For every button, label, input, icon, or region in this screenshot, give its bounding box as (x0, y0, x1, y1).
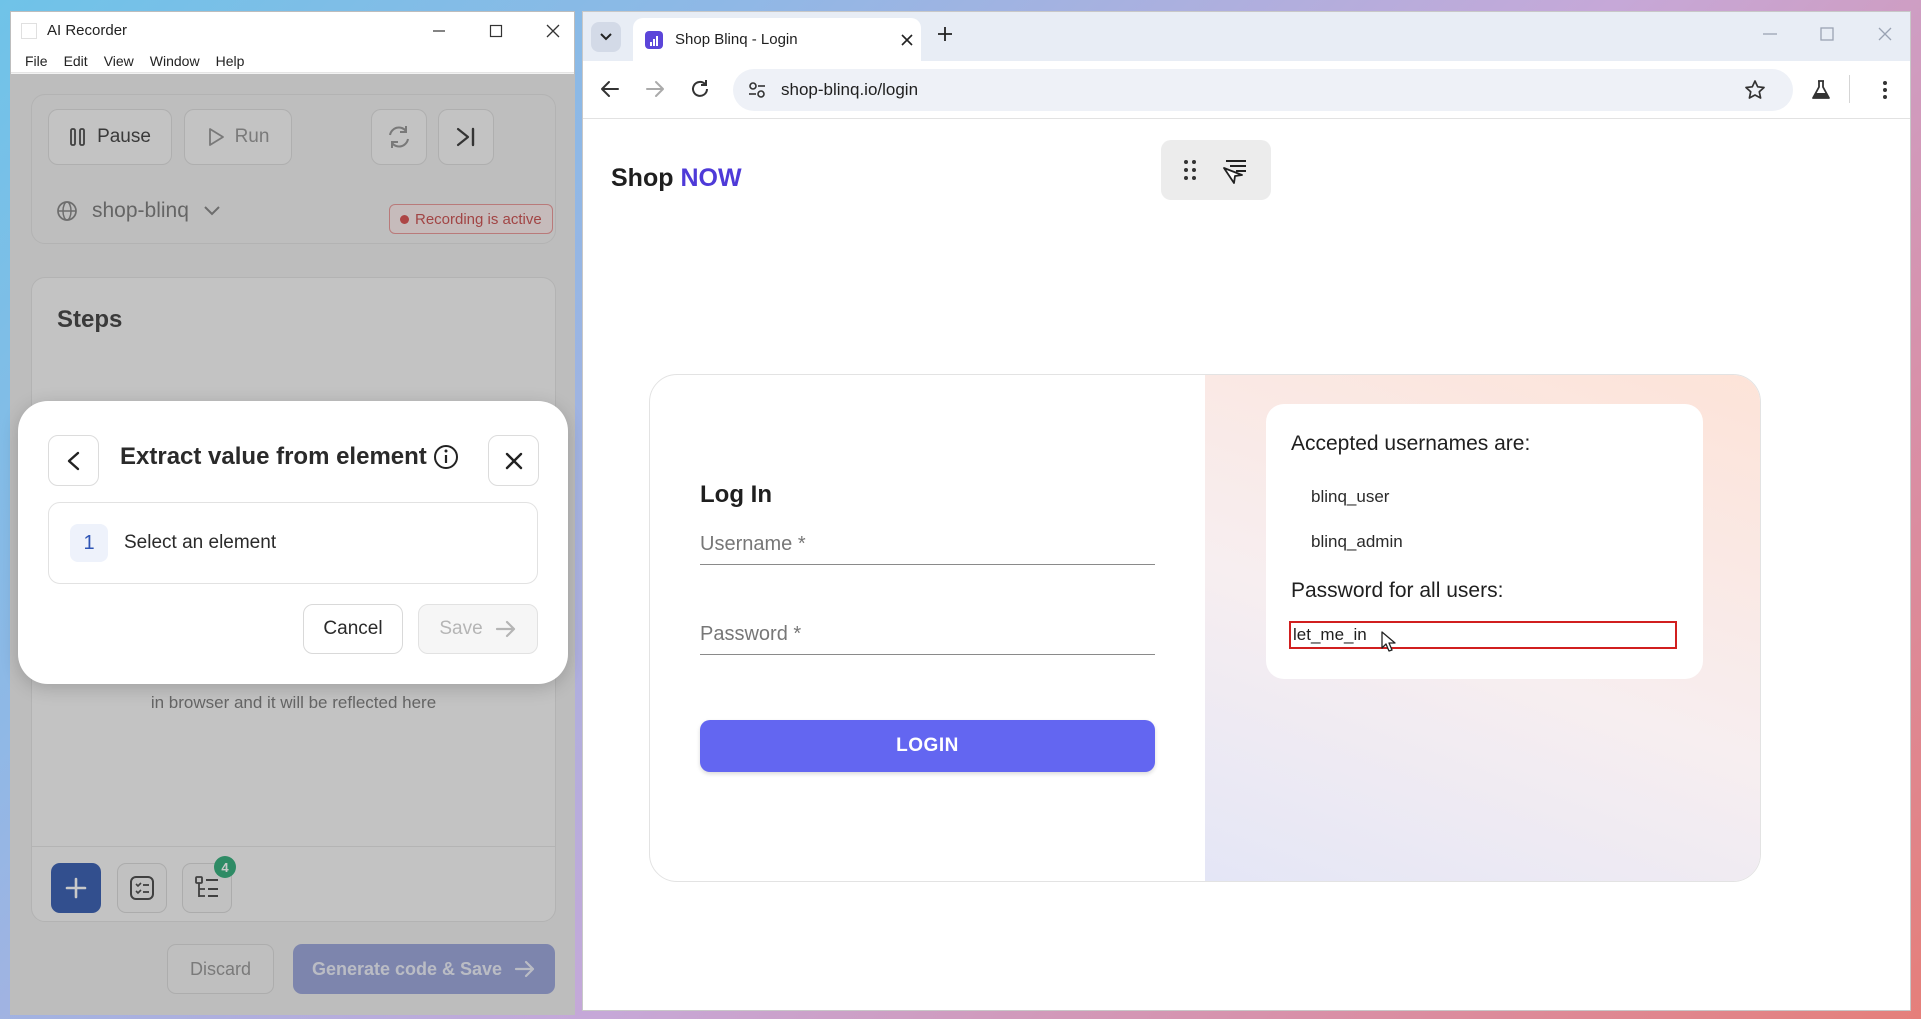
new-tab-icon[interactable] (935, 24, 955, 44)
tab-shop-blinq-login[interactable]: Shop Blinq - Login (633, 18, 921, 61)
browser-close-icon[interactable] (1875, 24, 1895, 44)
element-picker-icon[interactable] (1220, 155, 1250, 185)
recorder-titlebar: AI Recorder (11, 12, 574, 49)
brand-prefix: Shop (611, 164, 674, 192)
menu-kebab-icon[interactable] (1873, 78, 1897, 102)
save-label: Save (439, 618, 483, 639)
username-item: blinq_user (1311, 487, 1390, 506)
app-icon (21, 22, 37, 39)
drag-handle-icon[interactable] (1182, 158, 1198, 182)
chevron-left-icon (67, 451, 79, 470)
browser-minimize-icon[interactable] (1760, 24, 1780, 44)
save-button[interactable]: Save (418, 604, 538, 654)
back-button[interactable] (48, 435, 99, 486)
close-tab-icon[interactable] (893, 33, 921, 46)
menu-view[interactable]: View (96, 53, 142, 69)
menu-window[interactable]: Window (142, 53, 208, 69)
toolbar-divider (1849, 75, 1850, 103)
step-label: Select an element (124, 532, 277, 553)
step-number: 1 (70, 524, 108, 562)
dialog-title: Extract value from element (120, 443, 427, 470)
chevron-down-icon (600, 33, 612, 41)
extract-value-dialog: Extract value from element 1 Select an e… (18, 401, 568, 684)
select-element-step[interactable]: 1 Select an element (48, 502, 538, 584)
username-item: blinq_admin (1311, 532, 1403, 551)
menu-bar: File Edit View Window Help (11, 49, 574, 73)
mouse-cursor-icon (1381, 631, 1396, 652)
menu-edit[interactable]: Edit (56, 53, 96, 69)
url-text: shop-blinq.io/login (781, 80, 919, 99)
forward-icon[interactable] (643, 77, 667, 101)
arrow-right-icon (495, 620, 515, 638)
back-icon[interactable] (598, 77, 622, 101)
info-icon[interactable] (432, 443, 460, 471)
address-bar[interactable]: shop-blinq.io/login (733, 69, 1793, 111)
username-input[interactable]: Username * (700, 515, 1155, 565)
credentials-panel: Accepted usernames are: blinq_user blinq… (1205, 375, 1760, 881)
window-title: AI Recorder (47, 22, 128, 39)
login-title: Log In (700, 481, 772, 508)
reload-icon[interactable] (688, 77, 712, 101)
close-dialog-button[interactable] (488, 435, 539, 486)
password-placeholder: Password * (700, 623, 802, 645)
password-title: Password for all users: (1291, 579, 1504, 602)
browser-window: Shop Blinq - Login shop-blinq.io/login S… (582, 11, 1911, 1011)
menu-file[interactable]: File (17, 53, 56, 69)
labs-flask-icon[interactable] (1809, 78, 1833, 102)
brand-highlight: NOW (680, 164, 742, 192)
credentials-info-box: Accepted usernames are: blinq_user blinq… (1266, 404, 1703, 679)
bookmark-star-icon[interactable] (1743, 78, 1767, 102)
site-favicon-icon (645, 30, 663, 49)
password-value-highlighted[interactable]: let_me_in (1289, 621, 1677, 649)
close-window-icon[interactable] (530, 12, 574, 49)
recorder-picker-toolbar (1161, 140, 1271, 200)
browser-toolbar: shop-blinq.io/login (583, 61, 1910, 119)
minimize-icon[interactable] (416, 12, 462, 49)
username-placeholder: Username * (700, 533, 806, 555)
browser-maximize-icon[interactable] (1817, 24, 1837, 44)
usernames-title: Accepted usernames are: (1291, 432, 1531, 455)
login-card: Log In Username * Password * LOGIN Accep… (649, 374, 1761, 882)
tab-strip: Shop Blinq - Login (583, 12, 1910, 61)
tab-title: Shop Blinq - Login (675, 31, 798, 48)
site-settings-icon[interactable] (747, 80, 767, 100)
password-input[interactable]: Password * (700, 605, 1155, 655)
cancel-button[interactable]: Cancel (303, 604, 403, 654)
web-page: Shop NOW Log In Username * Password * LO… (583, 119, 1910, 1010)
login-form: Log In Username * Password * LOGIN (650, 375, 1205, 881)
maximize-icon[interactable] (473, 12, 519, 49)
close-icon (505, 452, 522, 469)
login-button[interactable]: LOGIN (700, 720, 1155, 772)
tab-search-button[interactable] (591, 22, 621, 52)
shop-now-logo[interactable]: Shop NOW (611, 164, 742, 193)
menu-help[interactable]: Help (208, 53, 253, 69)
